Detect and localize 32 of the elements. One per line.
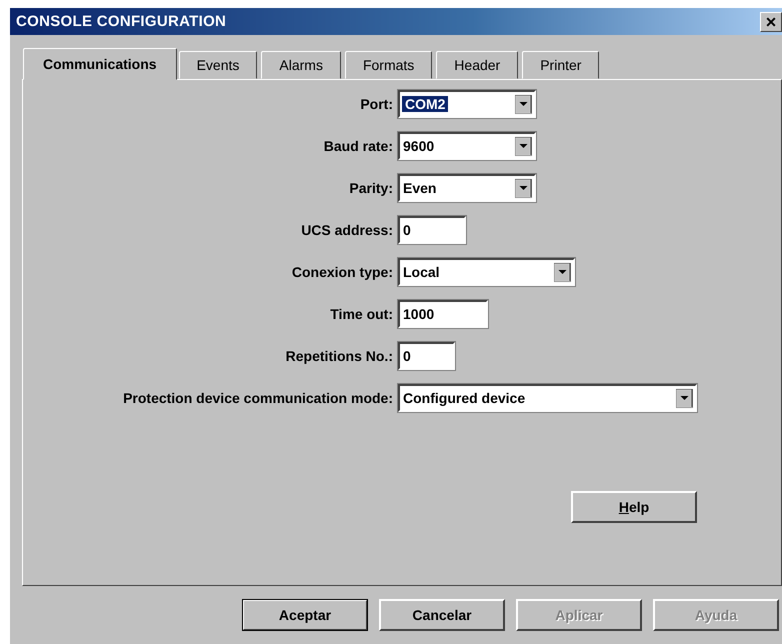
dropdown-field[interactable]: Local xyxy=(398,258,575,286)
field-label: Parity: xyxy=(349,180,393,196)
close-button[interactable]: × xyxy=(760,12,782,32)
dialog-button[interactable]: Cancelar xyxy=(379,599,505,631)
input-field[interactable]: 1000 xyxy=(398,300,488,328)
dropdown-arrow-icon[interactable] xyxy=(515,136,532,156)
dropdown-arrow-icon[interactable] xyxy=(554,262,571,282)
dropdown-arrow-icon[interactable] xyxy=(515,178,532,198)
dropdown-field[interactable]: 9600 xyxy=(398,132,536,160)
field-label: UCS address: xyxy=(301,222,393,238)
field-label: Port: xyxy=(360,96,393,112)
field-label: Conexion type: xyxy=(292,264,393,280)
tab[interactable]: Communications xyxy=(23,48,177,80)
field-label: Baud rate: xyxy=(324,138,393,154)
input-field[interactable]: 0 xyxy=(398,216,466,244)
field-label: Time out: xyxy=(330,306,393,322)
tab[interactable]: Header xyxy=(436,51,518,79)
tab[interactable]: Events xyxy=(178,51,258,79)
input-field[interactable]: 0 xyxy=(398,342,455,370)
help-button[interactable]: Help xyxy=(571,491,697,523)
dropdown-field[interactable]: Even xyxy=(398,174,536,202)
tab[interactable]: Alarms xyxy=(261,51,341,79)
dropdown-arrow-icon[interactable] xyxy=(515,94,532,114)
dropdown-arrow-icon[interactable] xyxy=(676,388,693,408)
window-title: CONSOLE CONFIGURATION xyxy=(15,13,226,30)
tab[interactable]: Formats xyxy=(344,51,432,79)
field-label: Protection device communication mode: xyxy=(123,390,393,406)
dropdown-field[interactable]: COM2 xyxy=(398,90,536,118)
tab[interactable]: Printer xyxy=(522,51,600,79)
field-label: Repetitions No.: xyxy=(286,348,393,364)
dropdown-field[interactable]: Configured device xyxy=(398,384,697,412)
dialog-button[interactable]: Aceptar xyxy=(242,599,368,631)
